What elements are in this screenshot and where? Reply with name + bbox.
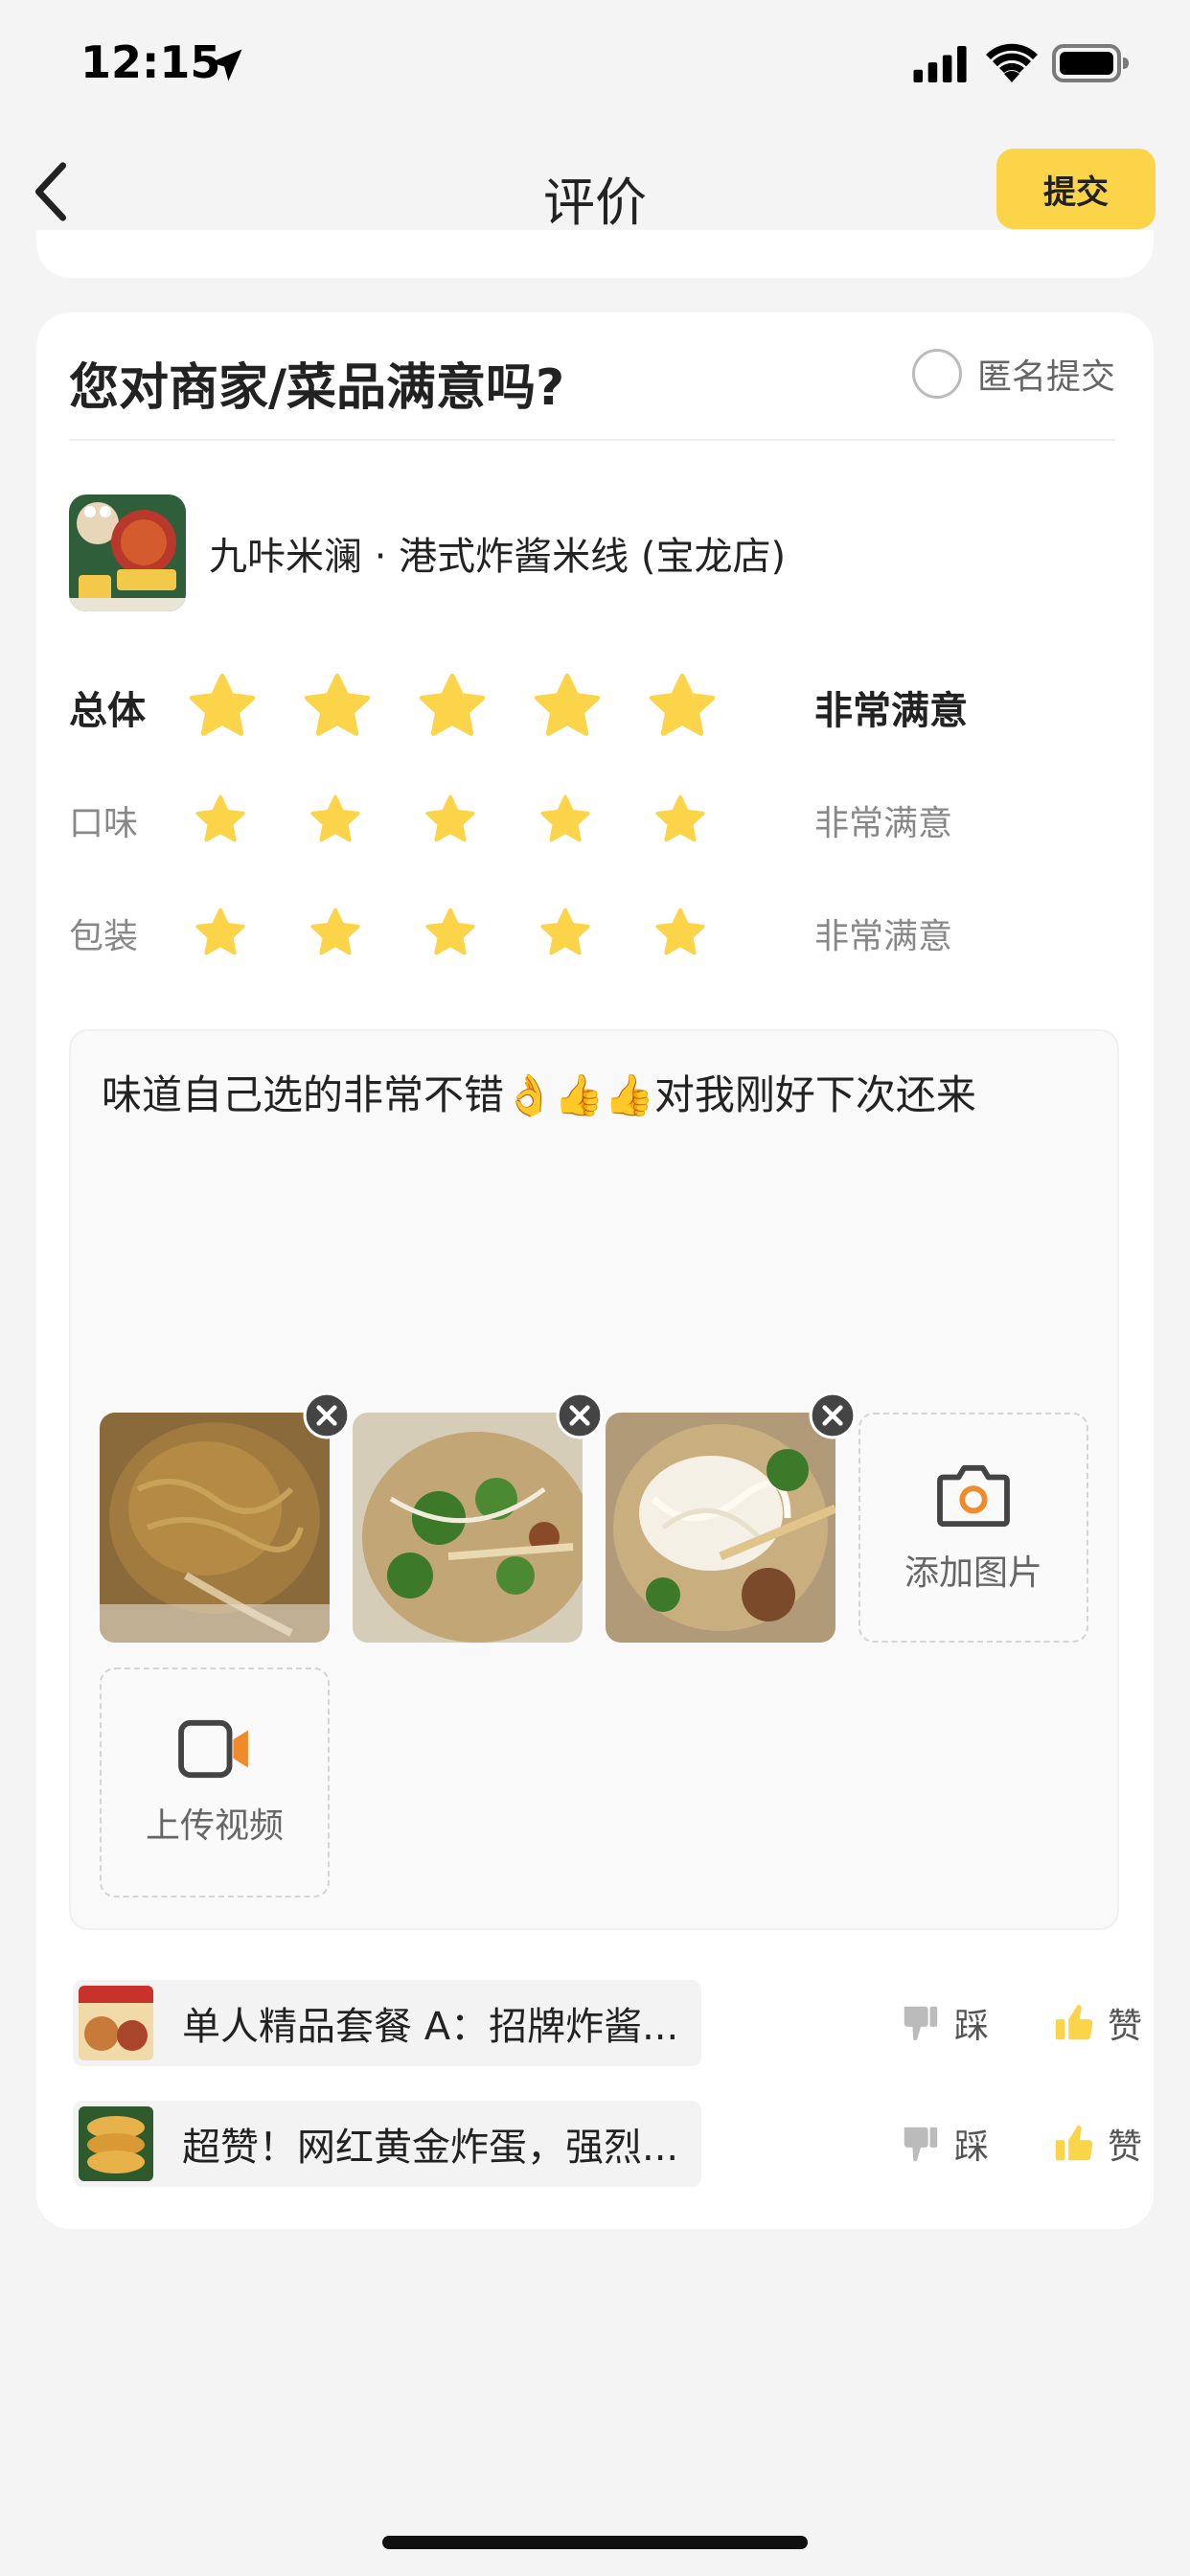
review-text[interactable]: 味道自己选的非常不错👌👍👍对我刚好下次还来: [102, 1068, 1088, 1124]
home-indicator[interactable]: [382, 2536, 808, 2549]
star-icon[interactable]: [422, 792, 479, 849]
dish-row: 超赞！网红黄金炸蛋，强烈... 踩 赞: [73, 2101, 1142, 2187]
anonymous-radio-icon[interactable]: [911, 349, 962, 399]
review-card: 您对商家/菜品满意吗? 匿名提交 九咔米澜 · 港式炸酱米线 (宝龙店) 总体: [36, 312, 1154, 2229]
dislike-label: 踩: [954, 2128, 990, 2167]
review-photo[interactable]: [606, 1392, 857, 1643]
shop-name: 九咔米澜 · 港式炸酱米线 (宝龙店): [209, 535, 787, 579]
dish-name: 超赞！网红黄金炸蛋，强烈...: [182, 2126, 679, 2170]
rating-row-packaging: 包装 非常满意: [69, 905, 952, 962]
dish-chip[interactable]: 超赞！网红黄金炸蛋，强烈...: [73, 2101, 702, 2187]
dislike-button[interactable]: 踩: [899, 2119, 989, 2169]
thumbs-up-icon: [1055, 2004, 1093, 2040]
rating-text: 非常满意: [814, 917, 953, 956]
status-time: 12:15: [80, 36, 221, 88]
like-label: 赞: [1108, 2007, 1143, 2046]
dislike-label: 踩: [954, 2007, 990, 2046]
review-photo[interactable]: [100, 1392, 351, 1643]
remove-photo-icon[interactable]: [556, 1392, 604, 1439]
like-button[interactable]: 赞: [1052, 2119, 1142, 2169]
star-icon[interactable]: [307, 905, 364, 962]
star-rating[interactable]: [184, 669, 721, 746]
shop-logo-icon: [69, 494, 186, 611]
thumbs-down-icon: [904, 2006, 938, 2041]
location-arrow-icon: [210, 49, 242, 81]
star-rating[interactable]: [184, 905, 709, 962]
rating-label: 总体: [69, 689, 146, 733]
star-icon[interactable]: [652, 905, 709, 962]
rating-text: 非常满意: [814, 689, 968, 733]
dish-chip[interactable]: 单人精品套餐 A：招牌炸酱...: [73, 1980, 702, 2066]
shop-row: 九咔米澜 · 港式炸酱米线 (宝龙店): [69, 494, 786, 611]
wifi-icon: [986, 43, 1038, 82]
star-icon[interactable]: [644, 669, 721, 746]
star-icon[interactable]: [529, 669, 606, 746]
star-icon[interactable]: [184, 669, 261, 746]
like-button[interactable]: 赞: [1052, 1998, 1142, 2048]
rating-row-overall: 总体 非常满意: [69, 669, 968, 746]
dish-thumbnail: [79, 2106, 153, 2181]
review-photo[interactable]: [353, 1392, 604, 1643]
previous-card-edge: [36, 230, 1154, 278]
dislike-button[interactable]: 踩: [899, 1998, 989, 2048]
star-icon[interactable]: [307, 792, 364, 849]
dish-row: 单人精品套餐 A：招牌炸酱... 踩 赞: [73, 1980, 1142, 2066]
cellular-signal-icon: [913, 46, 967, 82]
noodle-soup-greens-photo: [353, 1413, 583, 1643]
star-icon[interactable]: [299, 669, 376, 746]
star-icon[interactable]: [192, 905, 249, 962]
review-text-area[interactable]: 味道自己选的非常不错👌👍👍对我刚好下次还来 添加图片 上传视频: [69, 1029, 1119, 1930]
video-camera-icon: [178, 1719, 248, 1779]
divider: [69, 439, 1115, 441]
star-icon[interactable]: [537, 792, 594, 849]
add-photo-label: 添加图片: [904, 1553, 1042, 1593]
battery-icon: [1052, 44, 1129, 82]
star-rating[interactable]: [184, 792, 709, 849]
anonymous-label: 匿名提交: [976, 357, 1115, 397]
rating-text: 非常满意: [814, 804, 953, 843]
remove-photo-icon[interactable]: [303, 1392, 351, 1439]
star-icon[interactable]: [192, 792, 249, 849]
upload-video-button[interactable]: 上传视频: [100, 1668, 330, 1898]
thumbs-down-icon: [904, 2127, 938, 2162]
star-icon[interactable]: [422, 905, 479, 962]
camera-icon: [937, 1464, 1010, 1528]
star-icon[interactable]: [414, 669, 491, 746]
anonymous-toggle[interactable]: 匿名提交: [911, 349, 1115, 399]
like-label: 赞: [1108, 2128, 1143, 2167]
thumbs-up-icon: [1055, 2125, 1093, 2161]
noodles-sauce-photo: [100, 1413, 330, 1643]
add-photo-button[interactable]: 添加图片: [858, 1413, 1088, 1643]
rice-noodles-chopsticks-photo: [606, 1413, 835, 1643]
remove-photo-icon[interactable]: [809, 1392, 857, 1439]
rating-row-taste: 口味 非常满意: [69, 792, 952, 849]
upload-video-label: 上传视频: [145, 1806, 284, 1846]
star-icon[interactable]: [537, 905, 594, 962]
rating-label: 口味: [69, 804, 139, 843]
card-title: 您对商家/菜品满意吗?: [69, 359, 565, 417]
status-bar: 12:15: [0, 0, 1190, 129]
rating-label: 包装: [69, 917, 139, 956]
submit-button[interactable]: 提交: [996, 149, 1156, 229]
dish-thumbnail: [79, 1986, 153, 2060]
star-icon[interactable]: [652, 792, 709, 849]
dish-name: 单人精品套餐 A：招牌炸酱...: [182, 2005, 679, 2049]
